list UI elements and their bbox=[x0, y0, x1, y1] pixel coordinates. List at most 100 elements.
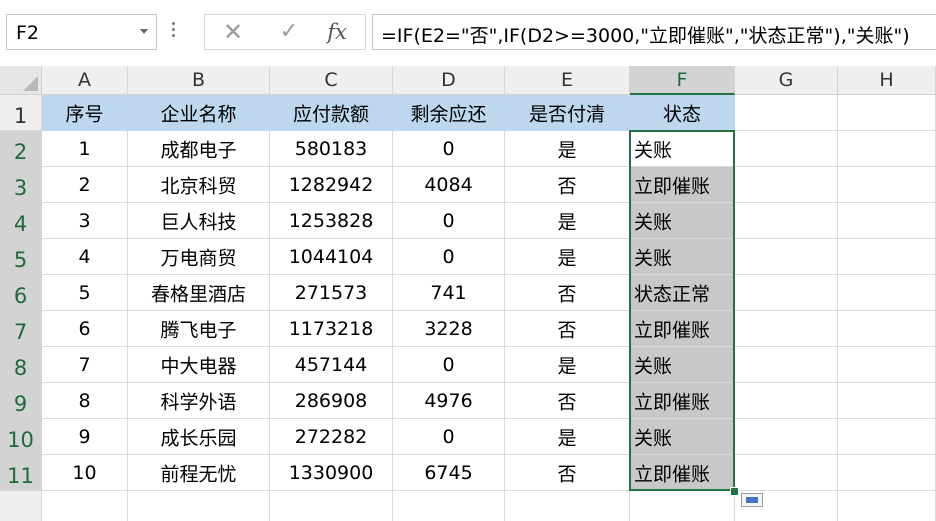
table-cell[interactable]: 286908 bbox=[270, 383, 393, 419]
column-header-g[interactable]: G bbox=[735, 66, 838, 95]
status-cell[interactable]: 关账 bbox=[630, 131, 735, 167]
insert-function-icon[interactable]: fx bbox=[323, 19, 351, 45]
cell[interactable] bbox=[735, 347, 838, 383]
table-cell[interactable]: 0 bbox=[393, 347, 505, 383]
table-cell[interactable]: 1282942 bbox=[270, 167, 393, 203]
row-header-7[interactable]: 7 bbox=[0, 311, 42, 347]
table-cell[interactable]: 是 bbox=[505, 131, 630, 167]
cell[interactable] bbox=[838, 239, 936, 275]
table-cell[interactable]: 4 bbox=[42, 239, 128, 275]
cell[interactable] bbox=[735, 239, 838, 275]
table-cell[interactable]: 4976 bbox=[393, 383, 505, 419]
table-cell[interactable]: 中大电器 bbox=[128, 347, 270, 383]
table-cell[interactable]: 7 bbox=[42, 347, 128, 383]
row-header-3[interactable]: 3 bbox=[0, 167, 42, 203]
cell[interactable] bbox=[838, 203, 936, 239]
table-cell[interactable]: 科学外语 bbox=[128, 383, 270, 419]
cell[interactable] bbox=[838, 347, 936, 383]
cell[interactable] bbox=[393, 491, 505, 521]
status-cell[interactable]: 立即催账 bbox=[630, 455, 735, 491]
table-cell[interactable]: 否 bbox=[505, 383, 630, 419]
status-cell[interactable]: 状态正常 bbox=[630, 275, 735, 311]
select-all-icon[interactable] bbox=[0, 66, 42, 95]
cancel-icon[interactable]: ✕ bbox=[219, 19, 247, 45]
cell[interactable] bbox=[735, 167, 838, 203]
cell[interactable] bbox=[838, 167, 936, 203]
table-cell[interactable]: 1253828 bbox=[270, 203, 393, 239]
table-cell[interactable]: 是 bbox=[505, 239, 630, 275]
table-cell[interactable]: 1044104 bbox=[270, 239, 393, 275]
row-header-6[interactable]: 6 bbox=[0, 275, 42, 311]
table-cell[interactable]: 9 bbox=[42, 419, 128, 455]
column-header-a[interactable]: A bbox=[42, 66, 128, 95]
table-cell[interactable]: 3228 bbox=[393, 311, 505, 347]
enter-icon[interactable]: ✓ bbox=[275, 19, 303, 45]
table-cell[interactable]: 272282 bbox=[270, 419, 393, 455]
row-header-8[interactable]: 8 bbox=[0, 347, 42, 383]
column-header-d[interactable]: D bbox=[393, 66, 505, 95]
column-header-f[interactable]: F bbox=[630, 66, 735, 95]
column-header-h[interactable]: H bbox=[838, 66, 936, 95]
row-header-10[interactable]: 10 bbox=[0, 419, 42, 455]
cell[interactable] bbox=[735, 311, 838, 347]
status-cell[interactable]: 关账 bbox=[630, 419, 735, 455]
table-cell[interactable]: 1330900 bbox=[270, 455, 393, 491]
table-cell[interactable]: 8 bbox=[42, 383, 128, 419]
table-cell[interactable]: 4084 bbox=[393, 167, 505, 203]
formula-input[interactable]: =IF(E2="否",IF(D2>=3000,"立即催账","状态正常"),"关… bbox=[372, 14, 936, 50]
table-cell[interactable]: 成都电子 bbox=[128, 131, 270, 167]
cell[interactable] bbox=[735, 383, 838, 419]
table-cell[interactable]: 北京科贸 bbox=[128, 167, 270, 203]
table-cell[interactable]: 2 bbox=[42, 167, 128, 203]
cell[interactable] bbox=[270, 491, 393, 521]
table-cell[interactable]: 6 bbox=[42, 311, 128, 347]
more-dots-icon[interactable] bbox=[172, 22, 176, 42]
cell[interactable] bbox=[735, 203, 838, 239]
cell[interactable] bbox=[838, 311, 936, 347]
table-cell[interactable]: 1173218 bbox=[270, 311, 393, 347]
column-header-b[interactable]: B bbox=[128, 66, 270, 95]
row-header-5[interactable]: 5 bbox=[0, 239, 42, 275]
status-cell[interactable]: 关账 bbox=[630, 347, 735, 383]
table-cell[interactable]: 否 bbox=[505, 275, 630, 311]
table-cell[interactable]: 1 bbox=[42, 131, 128, 167]
table-cell[interactable]: 否 bbox=[505, 167, 630, 203]
table-cell[interactable]: 0 bbox=[393, 203, 505, 239]
table-cell[interactable]: 否 bbox=[505, 311, 630, 347]
row-header-11[interactable]: 11 bbox=[0, 455, 42, 491]
header-cell[interactable]: 企业名称 bbox=[128, 95, 270, 131]
cell[interactable] bbox=[735, 95, 838, 131]
name-box[interactable]: F2 bbox=[6, 14, 157, 50]
table-cell[interactable]: 0 bbox=[393, 419, 505, 455]
row-header-12[interactable] bbox=[0, 491, 42, 521]
table-cell[interactable]: 741 bbox=[393, 275, 505, 311]
quick-analysis-icon[interactable] bbox=[741, 493, 763, 507]
table-cell[interactable]: 腾飞电子 bbox=[128, 311, 270, 347]
status-cell[interactable]: 立即催账 bbox=[630, 383, 735, 419]
cell[interactable] bbox=[838, 95, 936, 131]
table-cell[interactable]: 0 bbox=[393, 239, 505, 275]
cell[interactable] bbox=[838, 491, 936, 521]
table-cell[interactable]: 10 bbox=[42, 455, 128, 491]
cell[interactable] bbox=[42, 491, 128, 521]
table-cell[interactable]: 是 bbox=[505, 203, 630, 239]
fill-handle[interactable] bbox=[730, 487, 739, 496]
cell[interactable] bbox=[128, 491, 270, 521]
status-cell[interactable]: 立即催账 bbox=[630, 311, 735, 347]
table-cell[interactable]: 580183 bbox=[270, 131, 393, 167]
header-cell[interactable]: 剩余应还 bbox=[393, 95, 505, 131]
cell[interactable] bbox=[838, 455, 936, 491]
row-header-2[interactable]: 2 bbox=[0, 131, 42, 167]
cell[interactable] bbox=[505, 491, 630, 521]
table-cell[interactable]: 271573 bbox=[270, 275, 393, 311]
table-cell[interactable]: 春格里酒店 bbox=[128, 275, 270, 311]
row-header-9[interactable]: 9 bbox=[0, 383, 42, 419]
status-cell[interactable]: 立即催账 bbox=[630, 167, 735, 203]
table-cell[interactable]: 6745 bbox=[393, 455, 505, 491]
cell[interactable] bbox=[630, 491, 735, 521]
column-header-c[interactable]: C bbox=[270, 66, 393, 95]
row-header-1[interactable]: 1 bbox=[0, 95, 42, 131]
row-header-4[interactable]: 4 bbox=[0, 203, 42, 239]
cell[interactable] bbox=[735, 455, 838, 491]
table-cell[interactable]: 是 bbox=[505, 347, 630, 383]
